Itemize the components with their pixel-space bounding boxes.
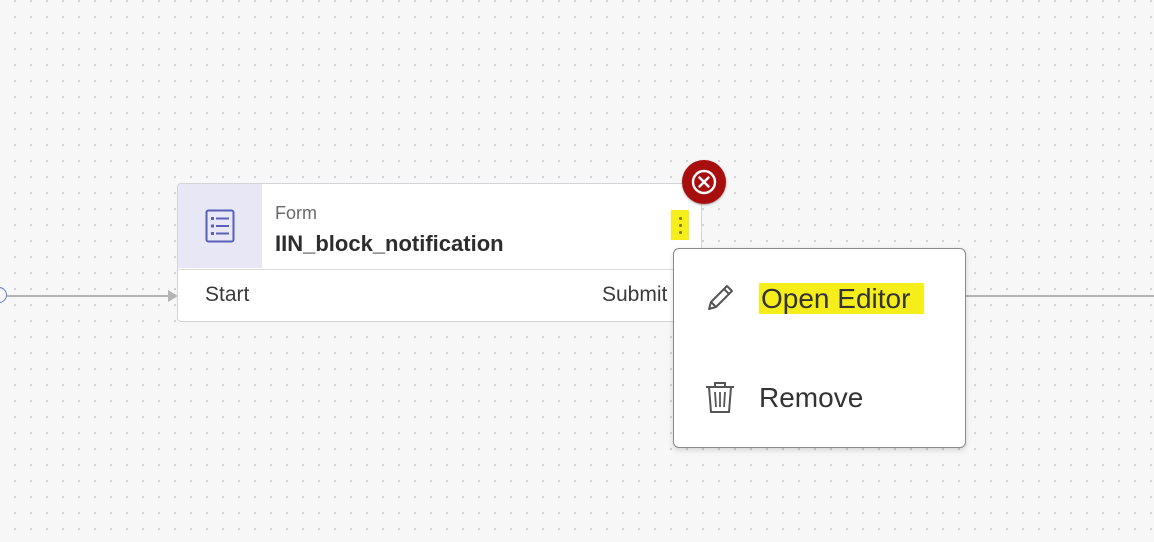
port-submit-label[interactable]: Submit [602,283,667,307]
node-header: Form IIN_block_notification [178,184,701,270]
node-icon-box [178,184,262,268]
form-icon [205,209,235,243]
form-node[interactable]: Form IIN_block_notification Start Submit [177,183,702,322]
upstream-port-icon[interactable] [0,287,7,303]
node-type-label: Form [275,203,317,223]
outgoing-edge [966,295,1154,297]
remove-label: Remove [759,382,864,413]
trash-icon [706,382,734,413]
open-editor-label: Open Editor [759,283,925,315]
more-options-icon[interactable] [671,210,689,240]
node-name: IIN_block_notification [275,231,504,256]
error-badge[interactable] [682,160,726,204]
open-editor-menu-item[interactable]: Open Editor [674,264,965,334]
remove-menu-item[interactable]: Remove [674,363,965,433]
context-menu: Open Editor Remove [673,248,966,448]
incoming-edge [0,295,170,297]
port-start-label[interactable]: Start [205,283,249,307]
close-circle-icon [691,169,717,195]
pencil-icon [708,285,733,310]
